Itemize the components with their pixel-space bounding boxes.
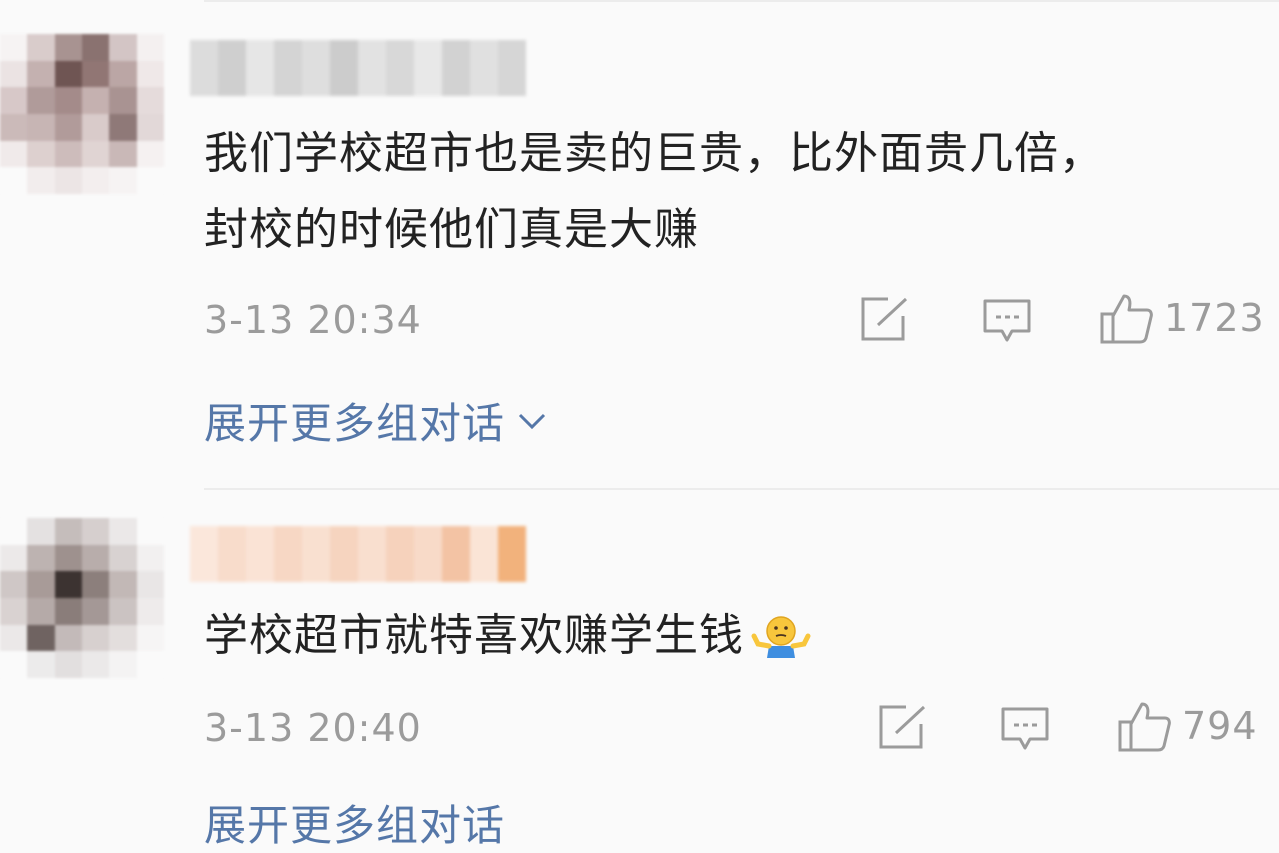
- comment-item: 我们学校超市也是卖的巨贵，比外面贵几倍， 封校的时候他们真是大赚 3-13 20…: [0, 0, 1279, 490]
- comment-icon: [1001, 707, 1049, 750]
- expand-conversation-link[interactable]: 展开更多组对话: [204, 792, 505, 853]
- comment-text-line-1: 我们学校超市也是卖的巨贵，比外面贵几倍，: [204, 128, 1104, 179]
- username-blurred[interactable]: [190, 526, 526, 582]
- share-button[interactable]: [878, 704, 928, 750]
- like-button[interactable]: 794: [1118, 700, 1258, 752]
- like-count: 1723: [1164, 296, 1265, 340]
- comment-item: 学校超市就特喜欢赚学生钱 3-13 20:40 794 展开更多组对话: [0, 490, 1279, 850]
- expand-conversation-link[interactable]: 展开更多组对话: [204, 390, 547, 451]
- avatar[interactable]: [0, 518, 164, 678]
- comment-timestamp: 3-13 20:40: [204, 706, 422, 750]
- share-icon: [861, 297, 908, 341]
- expand-label: 展开更多组对话: [204, 801, 506, 850]
- reply-button[interactable]: [982, 298, 1032, 344]
- reply-button[interactable]: [1000, 706, 1050, 752]
- comment-icon: [983, 299, 1031, 342]
- chevron-down-icon: [518, 413, 546, 429]
- comment-timestamp: 3-13 20:34: [204, 298, 422, 342]
- expand-label: 展开更多组对话: [204, 399, 506, 448]
- comment-text: 学校超市就特喜欢赚学生钱: [204, 610, 744, 661]
- username-blurred[interactable]: [190, 40, 526, 96]
- like-button[interactable]: 1723: [1100, 292, 1265, 344]
- share-icon: [879, 705, 926, 749]
- thumbs-up-icon: [1118, 702, 1171, 752]
- shrug-emoji-icon: [751, 616, 811, 658]
- share-button[interactable]: [860, 296, 910, 342]
- avatar[interactable]: [0, 34, 164, 194]
- like-count: 794: [1182, 704, 1258, 748]
- comment-text-line-2: 封校的时候他们真是大赚: [204, 204, 699, 255]
- thumbs-up-icon: [1100, 294, 1153, 344]
- comment-text-line-1: 学校超市就特喜欢赚学生钱: [204, 600, 812, 672]
